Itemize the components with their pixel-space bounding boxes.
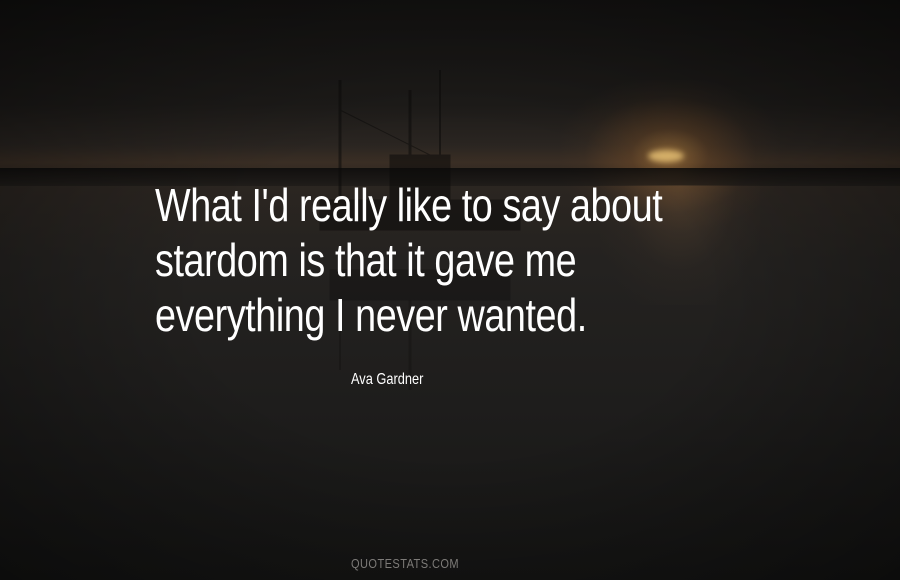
quote-author: Ava Gardner	[351, 371, 424, 388]
quote-line: What I'd really like to say about	[155, 179, 663, 231]
quote-card: What I'd really like to say about stardo…	[0, 0, 900, 580]
site-watermark: QUOTESTATS.COM	[351, 556, 460, 571]
quote-line: stardom is that it gave me	[155, 234, 577, 286]
quote-text: What I'd really like to say about stardo…	[155, 178, 680, 343]
quote-line: everything I never wanted.	[155, 289, 587, 341]
